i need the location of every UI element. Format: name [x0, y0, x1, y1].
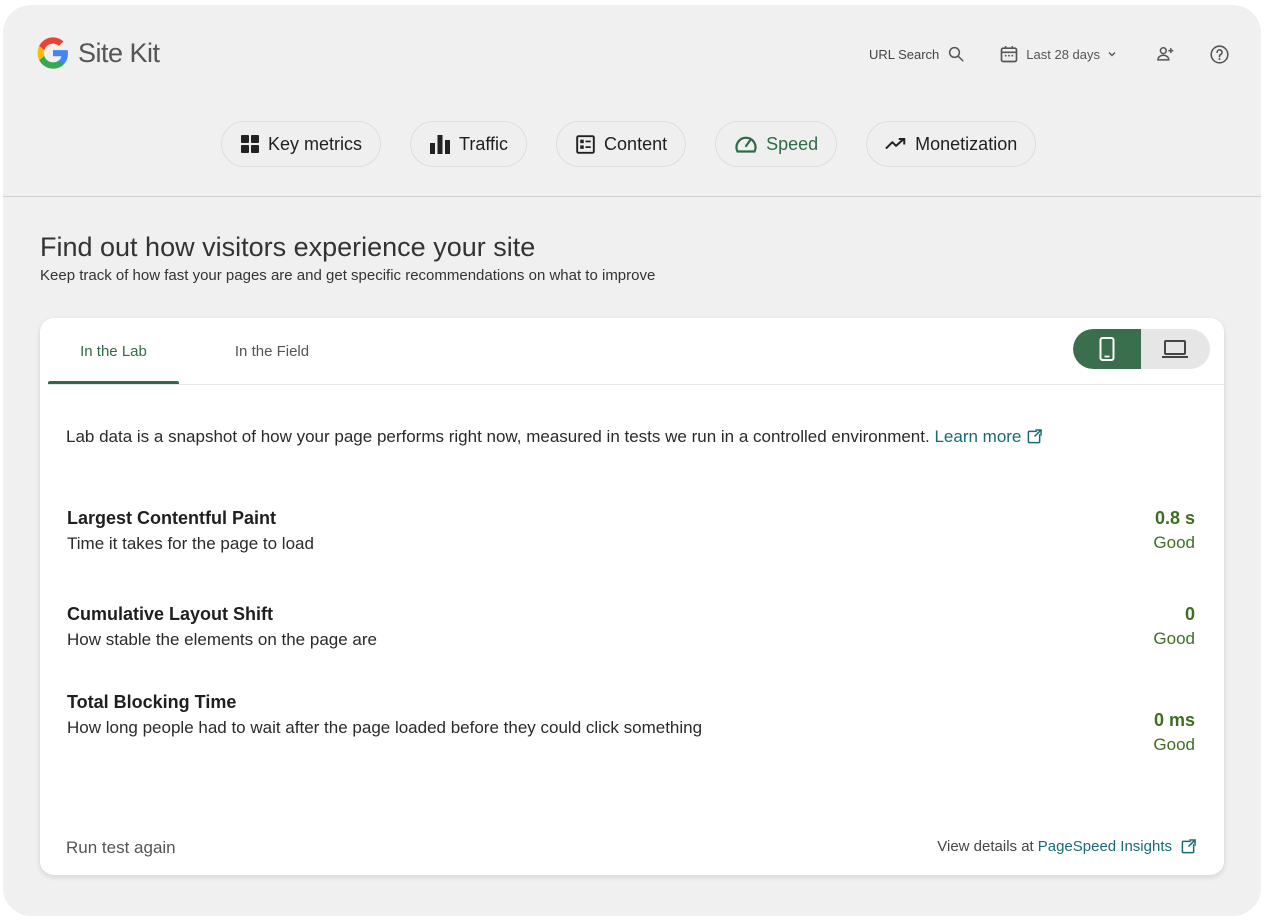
external-link-icon — [1181, 839, 1196, 854]
url-search-button[interactable]: URL Search — [869, 45, 965, 63]
add-user-button[interactable] — [1153, 42, 1177, 66]
chip-key-metrics[interactable]: Key metrics — [221, 121, 382, 167]
metric-description: Time it takes for the page to load — [67, 534, 314, 553]
metric-cumulative-layout-shift: Cumulative Layout Shift How stable the e… — [67, 604, 1195, 650]
mobile-icon — [1099, 337, 1115, 361]
bar-chart-icon — [430, 135, 451, 154]
page-subtitle: Keep track of how fast your pages are an… — [40, 267, 656, 284]
chip-label: Traffic — [459, 133, 509, 154]
chip-content[interactable]: Content — [556, 121, 687, 167]
content-list-icon — [576, 134, 595, 154]
date-range-selector[interactable]: Last 28 days — [999, 44, 1117, 64]
speed-tabs: In the Lab In the Field — [48, 318, 365, 384]
lab-description: Lab data is a snapshot of how your page … — [66, 427, 1043, 447]
header-actions: URL Search Last 28 days — [869, 41, 1231, 67]
metric-name: Largest Contentful Paint — [67, 508, 277, 528]
tab-in-the-field[interactable]: In the Field — [179, 318, 365, 384]
metric-name: Cumulative Layout Shift — [67, 604, 274, 624]
external-link-icon — [1028, 429, 1043, 444]
metric-description: How long people had to wait after the pa… — [67, 718, 703, 737]
header: Site Kit URL Search Last 28 days Key met… — [3, 5, 1261, 197]
date-range-label: Last 28 days — [1026, 46, 1100, 62]
calendar-icon — [1000, 46, 1018, 63]
view-details: View details at PageSpeed Insights — [937, 838, 1196, 855]
metric-total-blocking-time: Total Blocking Time How long people had … — [67, 692, 1195, 754]
add-user-icon — [1157, 47, 1174, 61]
google-g-icon — [37, 37, 68, 69]
help-button[interactable] — [1207, 42, 1231, 66]
site-kit-logo[interactable]: Site Kit — [36, 36, 160, 70]
metric-description: How stable the elements on the page are — [67, 630, 377, 649]
tab-in-the-lab[interactable]: In the Lab — [48, 318, 179, 384]
run-test-again-button[interactable]: Run test again — [66, 838, 176, 858]
metric-status: Good — [1153, 735, 1195, 754]
metric-name: Total Blocking Time — [67, 692, 237, 712]
search-icon — [949, 46, 964, 62]
metric-largest-contentful-paint: Largest Contentful Paint Time it takes f… — [67, 508, 1195, 554]
chip-label: Speed — [766, 133, 819, 154]
metric-value: 0 — [1184, 604, 1195, 624]
url-search-label: URL Search — [868, 46, 940, 62]
page-title: Find out how visitors experience your si… — [40, 232, 536, 262]
lab-description-text: Lab data is a snapshot of how your page … — [66, 427, 930, 446]
help-icon — [1209, 44, 1229, 64]
learn-more-label: Learn more — [934, 427, 1022, 446]
tabs-divider — [48, 384, 1224, 385]
chip-speed[interactable]: Speed — [715, 121, 838, 167]
mobile-toggle-button[interactable] — [1073, 329, 1141, 369]
metric-status: Good — [1153, 629, 1195, 648]
metric-status: Good — [1153, 533, 1195, 552]
learn-more-link[interactable]: Learn more — [934, 427, 1043, 446]
device-toggle — [1073, 329, 1210, 369]
trending-up-icon — [885, 137, 906, 150]
view-details-prefix: View details at — [937, 838, 1034, 855]
chip-traffic[interactable]: Traffic — [410, 121, 528, 167]
chip-label: Monetization — [915, 133, 1018, 154]
dashboard-icon — [241, 135, 259, 153]
chip-label: Key metrics — [268, 133, 363, 154]
laptop-icon — [1162, 340, 1188, 358]
metric-value: 0.8 s — [1154, 508, 1195, 528]
app-frame: Site Kit URL Search Last 28 days Key met… — [3, 5, 1261, 916]
desktop-toggle-button[interactable] — [1141, 329, 1209, 369]
pagespeed-insights-link[interactable]: PageSpeed Insights — [1038, 838, 1172, 855]
chevron-down-icon — [1108, 52, 1116, 57]
chip-monetization[interactable]: Monetization — [866, 121, 1037, 167]
speed-card: In the Lab In the Field Lab data is a sn… — [40, 318, 1224, 875]
metric-value: 0 ms — [1153, 710, 1195, 730]
chip-label: Content — [604, 133, 668, 154]
speedometer-icon — [735, 136, 757, 153]
app-name: Site Kit — [78, 37, 160, 68]
navigation-chips: Key metrics Traffic Content Speed Moneti… — [221, 121, 1037, 167]
